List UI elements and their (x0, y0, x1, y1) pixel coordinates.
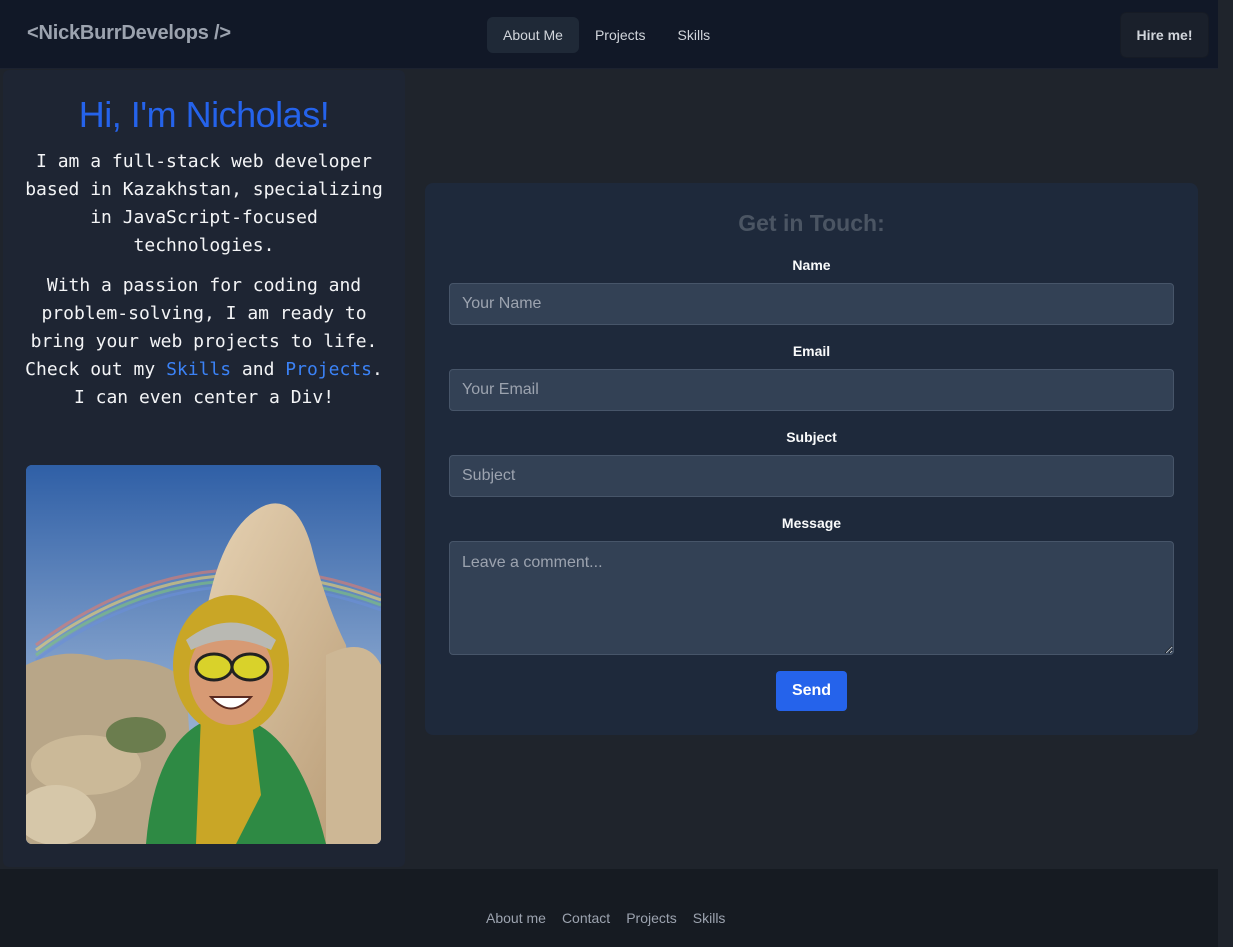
footer-link-projects[interactable]: Projects (626, 910, 677, 926)
hire-me-button[interactable]: Hire me! (1120, 12, 1209, 58)
name-label: Name (792, 257, 831, 273)
subject-input[interactable] (449, 455, 1174, 497)
footer-link-skills[interactable]: Skills (693, 910, 726, 926)
subject-label: Subject (786, 429, 837, 445)
contact-form: Get in Touch: Name Email Subject Message… (425, 183, 1198, 735)
nav-link-about-me[interactable]: About Me (487, 17, 579, 53)
skills-link[interactable]: Skills (166, 359, 231, 380)
nav-link-projects[interactable]: Projects (579, 17, 662, 53)
nav-links: About Me Projects Skills (487, 17, 726, 53)
email-input[interactable] (449, 369, 1174, 411)
message-textarea[interactable] (449, 541, 1174, 655)
greeting-heading: Hi, I'm Nicholas! (78, 94, 330, 135)
footer: About me Contact Projects Skills (0, 869, 1218, 947)
footer-link-about-me[interactable]: About me (486, 910, 546, 926)
navbar: <NickBurrDevelops /> About Me Projects S… (0, 0, 1218, 69)
contact-title: Get in Touch: (738, 210, 885, 236)
brand-logo[interactable]: <NickBurrDevelops /> (27, 22, 231, 45)
footer-link-contact[interactable]: Contact (562, 910, 610, 926)
email-label: Email (792, 343, 831, 359)
bio-paragraph-1: I am a full-stack web developer based in… (25, 151, 383, 256)
profile-photo (26, 465, 381, 844)
nav-link-skills[interactable]: Skills (662, 17, 727, 53)
projects-link[interactable]: Projects (285, 359, 372, 380)
send-button[interactable]: Send (776, 671, 847, 711)
message-label: Message (781, 515, 842, 531)
profile-card: Hi, I'm Nicholas! I am a full-stack web … (3, 70, 405, 867)
footer-links: About me Contact Projects Skills (486, 910, 725, 926)
bio-paragraph-2: With a passion for coding and problem-so… (25, 272, 383, 412)
name-input[interactable] (449, 283, 1174, 325)
bio-text-mid: and (231, 359, 286, 380)
